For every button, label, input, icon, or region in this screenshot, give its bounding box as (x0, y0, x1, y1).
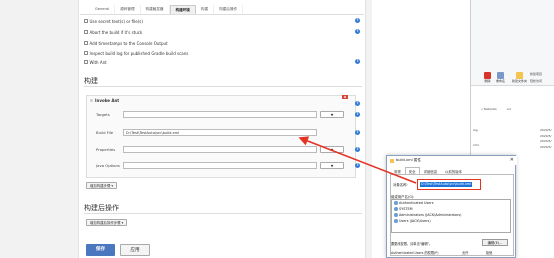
checkbox[interactable] (84, 51, 88, 55)
help-icon[interactable]: ? (355, 18, 360, 23)
option-timestamps[interactable]: Add timestamps to the Console Output (84, 40, 168, 46)
save-button[interactable]: 保存 (86, 244, 115, 256)
file-date: 2020/5/ (540, 139, 552, 143)
dialog-titlebar: build.xml 属性 ✕ (387, 156, 517, 165)
easy-access-ribbon-button[interactable]: 轻松访问 (530, 79, 542, 83)
section-divider (84, 213, 362, 214)
java-options-label: Java Options (96, 163, 120, 168)
breadcrumb-src[interactable]: src (507, 107, 511, 111)
checkbox[interactable] (84, 60, 88, 64)
permissions-deny-header: 拒绝 (486, 251, 493, 255)
properties-input[interactable] (123, 146, 317, 153)
help-icon[interactable]: ? (355, 147, 360, 152)
add-post-build-step-button[interactable]: 增加构建后操作步骤 ▾ (86, 219, 128, 226)
option-with-ant[interactable]: With Ant (84, 59, 107, 65)
option-gradle-scans[interactable]: Inspect build log for published Gradle b… (84, 50, 188, 56)
highlight-outline (417, 179, 481, 190)
help-icon[interactable]: ? (355, 29, 360, 34)
rename-ribbon-button[interactable]: 重命名 (496, 72, 505, 83)
config-tabs: General 源码管理 构建触发器 构建环境 构建 构建后操作 (90, 5, 244, 14)
file-date: 2020/5/ (540, 128, 552, 132)
build-section-title: 构建 (84, 77, 98, 85)
tab-source-management[interactable]: 源码管理 (115, 5, 141, 14)
java-options-expand-button[interactable]: ▼ (320, 162, 344, 169)
tab-build-environment[interactable]: 构建环境 (169, 5, 196, 14)
permissions-allow-header: 允许 (462, 251, 469, 255)
delete-icon (484, 72, 491, 79)
object-name-label: 对象名称: (393, 183, 408, 187)
tab-general[interactable]: General (90, 5, 116, 14)
tab-divider (80, 14, 364, 15)
help-icon[interactable]: ? (355, 112, 360, 117)
add-build-step-button[interactable]: 增加构建步骤 ▾ (86, 182, 118, 189)
tab-build-triggers[interactable]: 构建触发器 (141, 5, 170, 14)
targets-label: Targets (96, 112, 110, 117)
list-item[interactable]: Administrators (JACK\Administrators) (394, 213, 461, 217)
build-file-input[interactable]: D:\Test\TestAuto\src\build.xml (123, 129, 317, 136)
permissions-header: Authenticated Users 的权限(P) (391, 251, 439, 255)
properties-label: Properties (96, 147, 116, 152)
help-icon[interactable]: ? (355, 59, 360, 64)
invoke-ant-title: Invoke Ant (90, 98, 119, 103)
checkbox[interactable] (84, 30, 88, 34)
delete-step-button[interactable]: X (342, 95, 348, 99)
checkbox[interactable] (84, 19, 88, 23)
file-item-xml[interactable]: xml (473, 143, 479, 147)
edit-button[interactable]: 编辑(E)... (482, 239, 508, 246)
breadcrumb-testauto[interactable]: » TestAuto (481, 107, 497, 111)
permission-hint: 要更改权限，请单击"编辑"。 (391, 242, 433, 246)
list-item[interactable]: Users (JACK\Users) (394, 219, 431, 223)
help-icon[interactable]: ? (355, 130, 360, 135)
build-file-label: Build File (96, 130, 114, 135)
post-build-section-title: 构建后操作 (84, 204, 119, 212)
new-item-ribbon-button[interactable]: 新建项目 (530, 72, 542, 76)
apply-button[interactable]: 应用 (120, 244, 150, 256)
option-abort-stuck[interactable]: Abort the build if it's stuck (84, 29, 142, 35)
properties-expand-button[interactable]: ▼ (320, 146, 344, 153)
dialog-title: build.xml 属性 (396, 158, 421, 162)
file-item-log[interactable]: log (473, 128, 478, 132)
targets-expand-button[interactable]: ▼ (320, 111, 344, 118)
tab-build[interactable]: 构建 (196, 5, 215, 14)
checkbox[interactable] (84, 41, 88, 45)
user-icon (394, 219, 398, 223)
user-icon (394, 201, 398, 205)
help-icon[interactable]: ? (355, 101, 360, 106)
file-date: 2020/5/ (540, 145, 552, 149)
rename-icon (497, 72, 504, 79)
new-folder-ribbon-button[interactable]: 新建文件夹 (512, 72, 527, 83)
user-icon (394, 207, 398, 211)
file-icon (390, 158, 394, 163)
option-secret-text[interactable]: Use secret text(s) or file(s) (84, 18, 143, 24)
section-divider (84, 86, 362, 87)
list-item[interactable]: Authenticated Users (394, 201, 434, 205)
drag-handle-icon[interactable] (90, 99, 93, 102)
java-options-input[interactable] (123, 162, 317, 169)
list-item[interactable]: SYSTEM (394, 207, 413, 211)
folder-icon (516, 72, 523, 79)
tab-post-build[interactable]: 构建后操作 (214, 5, 244, 14)
delete-ribbon-button[interactable]: 删除 (484, 72, 491, 83)
close-icon[interactable]: ✕ (510, 156, 514, 165)
user-icon (394, 213, 398, 217)
file-date: 2020/5/ (540, 134, 552, 138)
targets-input[interactable] (123, 111, 317, 118)
help-icon[interactable]: ? (355, 163, 360, 168)
